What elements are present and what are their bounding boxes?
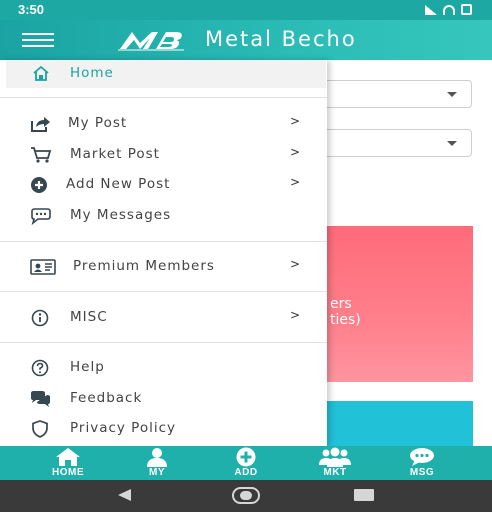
drawer-item-label: Premium Members bbox=[73, 258, 215, 274]
menu-icon-line bbox=[22, 33, 54, 35]
nav-add[interactable]: ADD bbox=[216, 446, 276, 480]
menu-icon-line bbox=[22, 39, 54, 41]
subcategory-select[interactable] bbox=[312, 129, 472, 157]
nav-msg[interactable]: MSG bbox=[392, 446, 452, 480]
app-bar: Metal Becho bbox=[0, 20, 492, 60]
drawer-item-label: Privacy Policy bbox=[70, 420, 177, 436]
drawer-item-feedback[interactable]: Feedback bbox=[0, 385, 327, 413]
drawer-item-premium-members[interactable]: Premium Members > bbox=[0, 253, 327, 281]
drawer-item-label: MISC bbox=[70, 309, 108, 325]
card-text: ers bbox=[330, 296, 352, 312]
drawer-item-my-messages[interactable]: My Messages bbox=[0, 202, 327, 230]
comments-icon bbox=[31, 391, 50, 407]
info-icon bbox=[31, 309, 49, 327]
chevron-down-icon bbox=[447, 92, 457, 97]
home-icon bbox=[33, 65, 49, 81]
status-icons bbox=[425, 4, 472, 15]
app-logo bbox=[118, 32, 184, 51]
members-card[interactable]: ers ties) bbox=[320, 226, 473, 382]
nav-my[interactable]: MY bbox=[127, 446, 187, 480]
nav-label: MSG bbox=[409, 467, 435, 478]
status-time: 3:50 bbox=[18, 2, 45, 17]
drawer-item-privacy-policy[interactable]: Privacy Policy bbox=[0, 415, 327, 443]
menu-icon-line bbox=[22, 45, 54, 47]
nav-label: MY bbox=[149, 467, 165, 478]
drawer-item-label: My Messages bbox=[70, 207, 172, 223]
chevron-right-icon: > bbox=[290, 257, 301, 271]
app-title: Metal Becho bbox=[205, 27, 357, 51]
drawer-item-market-post[interactable]: Market Post > bbox=[0, 141, 327, 169]
drawer-divider bbox=[0, 342, 327, 343]
drawer-item-home[interactable]: Home bbox=[6, 60, 326, 88]
drawer-item-misc[interactable]: MISC > bbox=[0, 304, 327, 332]
add-circle-icon bbox=[31, 177, 47, 193]
category-select[interactable] bbox=[312, 80, 472, 108]
drawer-divider bbox=[0, 241, 327, 242]
drawer-item-label: My Post bbox=[68, 115, 128, 131]
cart-icon bbox=[31, 147, 52, 163]
user-icon bbox=[147, 448, 167, 467]
system-home-icon[interactable] bbox=[232, 487, 260, 504]
card-text: ties) bbox=[330, 312, 361, 328]
chat-icon bbox=[410, 448, 434, 466]
id-card-icon bbox=[30, 259, 56, 275]
help-icon bbox=[31, 359, 49, 377]
chevron-right-icon: > bbox=[290, 308, 301, 322]
nav-home[interactable]: HOME bbox=[38, 446, 98, 480]
bottom-navigation: HOME MY ADD MKT MSG bbox=[0, 446, 492, 480]
add-circle-icon bbox=[236, 447, 256, 467]
signal-icon bbox=[425, 4, 437, 15]
nav-label: HOME bbox=[52, 467, 84, 478]
drawer-item-add-new-post[interactable]: Add New Post > bbox=[0, 171, 327, 199]
drawer-item-label: Market Post bbox=[70, 146, 160, 162]
back-icon[interactable] bbox=[118, 489, 131, 501]
wifi-icon bbox=[443, 4, 455, 15]
home-icon bbox=[56, 448, 80, 466]
navigation-drawer: Home My Post > Market Post > Add New Pos… bbox=[0, 60, 327, 446]
drawer-item-label: Feedback bbox=[70, 390, 143, 406]
drawer-item-label: Add New Post bbox=[66, 176, 171, 192]
chevron-right-icon: > bbox=[290, 114, 301, 128]
nav-label: MKT bbox=[323, 467, 347, 478]
drawer-divider bbox=[0, 291, 327, 292]
drawer-item-label: Home bbox=[70, 65, 114, 81]
menu-button[interactable] bbox=[22, 32, 54, 48]
users-icon bbox=[319, 447, 351, 467]
drawer-divider bbox=[0, 97, 327, 98]
nav-mkt[interactable]: MKT bbox=[305, 446, 365, 480]
shield-icon bbox=[32, 420, 48, 438]
system-navigation-bar bbox=[0, 480, 492, 512]
drawer-item-help[interactable]: Help bbox=[0, 354, 327, 382]
recent-apps-icon[interactable] bbox=[354, 489, 374, 501]
chevron-right-icon: > bbox=[290, 145, 301, 159]
chat-icon bbox=[31, 208, 51, 225]
drawer-item-my-post[interactable]: My Post > bbox=[0, 110, 327, 138]
battery-icon bbox=[461, 4, 472, 15]
share-icon bbox=[31, 117, 50, 132]
drawer-item-label: Help bbox=[70, 359, 105, 375]
nav-label: ADD bbox=[234, 467, 258, 478]
status-bar: 3:50 bbox=[0, 0, 492, 20]
chevron-right-icon: > bbox=[290, 175, 301, 189]
chevron-down-icon bbox=[447, 141, 457, 146]
